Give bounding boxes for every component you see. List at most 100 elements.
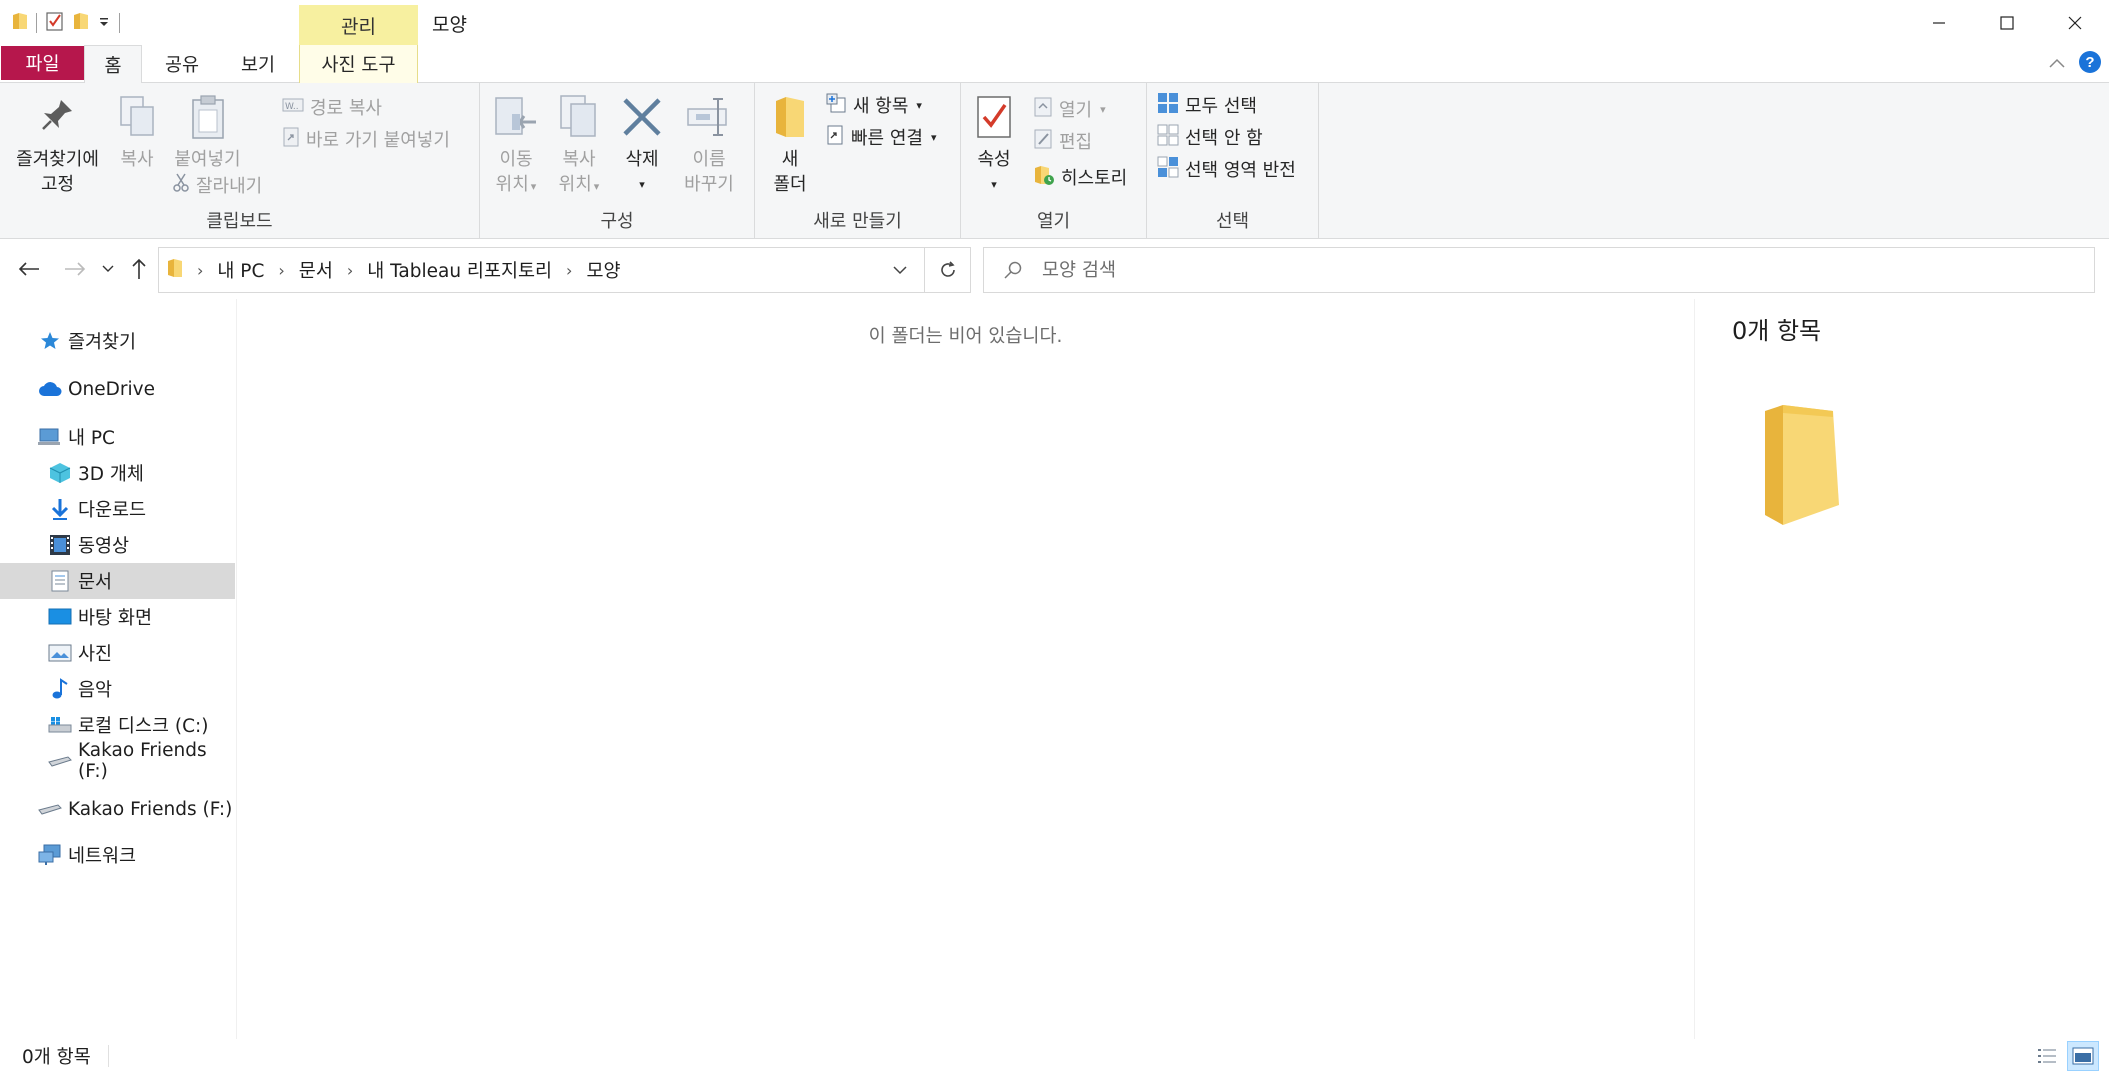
new-folder-icon[interactable] xyxy=(73,12,89,35)
close-button[interactable] xyxy=(2041,0,2109,45)
file-list-area[interactable]: 이 폴더는 비어 있습니다. xyxy=(238,299,1693,1039)
refresh-button[interactable] xyxy=(924,248,970,292)
organize-group-label: 구성 xyxy=(600,211,634,232)
new-item-button[interactable]: 새 항목 ▾ xyxy=(825,91,922,119)
address-bar[interactable]: › 내 PC › 문서 › 내 Tableau 리포지토리 › 모양 xyxy=(158,247,971,293)
nav-item-documents[interactable]: 문서 xyxy=(0,563,235,599)
nav-item-onedrive[interactable]: OneDrive xyxy=(0,371,235,407)
new-item-icon xyxy=(825,92,847,119)
edit-icon xyxy=(1033,128,1053,155)
nav-item-videos[interactable]: 동영상 xyxy=(0,527,235,563)
paste-shortcut-label: 바로 가기 붙여넣기 xyxy=(306,130,450,151)
select-all-label: 모두 선택 xyxy=(1185,96,1257,117)
up-button[interactable] xyxy=(124,253,154,285)
breadcrumb-item[interactable]: 내 Tableau 리포지토리 xyxy=(367,257,552,283)
cut-button[interactable]: 잘라내기 xyxy=(172,171,262,199)
new-folder-label-line1: 새 xyxy=(781,149,799,170)
large-icons-view-button[interactable] xyxy=(2067,1041,2099,1071)
invert-selection-button[interactable]: 선택 영역 반전 xyxy=(1157,155,1296,183)
nav-item-music[interactable]: 음악 xyxy=(0,671,235,707)
desktop-icon xyxy=(48,605,72,629)
pin-to-quick-access-button[interactable]: 즐겨찾기에 고정 xyxy=(10,91,105,197)
back-arrow-icon xyxy=(18,262,39,276)
rename-button[interactable]: 이름 바꾸기 xyxy=(676,91,742,197)
select-all-button[interactable]: 모두 선택 xyxy=(1157,91,1257,119)
forward-arrow-icon xyxy=(65,262,86,276)
copy-label: 복사 xyxy=(120,149,154,170)
tab-file[interactable]: 파일 xyxy=(1,46,84,80)
delete-button[interactable]: 삭제 ▾ xyxy=(616,91,668,197)
nav-item-label: Kakao Friends (F:) xyxy=(68,798,233,820)
search-input[interactable] xyxy=(1042,259,1942,281)
delete-x-icon xyxy=(621,91,663,143)
minimize-button[interactable] xyxy=(1905,0,1973,45)
paste-button[interactable]: 붙여넣기 xyxy=(170,91,245,172)
nav-item-label: OneDrive xyxy=(68,378,155,400)
collapse-ribbon-icon[interactable] xyxy=(2049,51,2065,73)
view-toggle xyxy=(2031,1041,2099,1071)
nav-item-desktop[interactable]: 바탕 화면 xyxy=(0,599,235,635)
breadcrumb-separator-icon[interactable]: › xyxy=(347,261,353,280)
help-icon[interactable]: ? xyxy=(2079,51,2101,73)
back-button[interactable] xyxy=(14,253,44,285)
properties-button[interactable]: 속성 ▾ xyxy=(969,91,1019,197)
select-none-button[interactable]: 선택 안 함 xyxy=(1157,123,1263,151)
nav-item-kakao-drive-sub[interactable]: Kakao Friends (F:) xyxy=(0,740,235,782)
nav-item-kakao-drive[interactable]: Kakao Friends (F:) xyxy=(0,791,235,827)
nav-item-downloads[interactable]: 다운로드 xyxy=(0,491,235,527)
invert-selection-label: 선택 영역 반전 xyxy=(1185,160,1296,181)
nav-item-3d-objects[interactable]: 3D 개체 xyxy=(0,455,235,491)
tab-share[interactable]: 공유 xyxy=(148,45,216,83)
move-to-label-line2: 위치 ▾ xyxy=(495,174,537,195)
nav-item-favorites[interactable]: 즐겨찾기 xyxy=(0,323,235,359)
tab-view[interactable]: 보기 xyxy=(222,45,294,83)
breadcrumb-separator-icon[interactable]: › xyxy=(278,261,284,280)
copy-to-button[interactable]: 복사 위치 ▾ xyxy=(550,91,608,199)
select-none-icon xyxy=(1157,124,1179,151)
nav-item-label: 바탕 화면 xyxy=(78,608,152,629)
breadcrumb-separator-icon[interactable]: › xyxy=(197,261,203,280)
details-view-button[interactable] xyxy=(2031,1041,2063,1071)
nav-item-this-pc[interactable]: 내 PC xyxy=(0,419,235,455)
paste-shortcut-button[interactable]: 바로 가기 붙여넣기 xyxy=(282,125,450,153)
empty-folder-message: 이 폴더는 비어 있습니다. xyxy=(868,326,1063,347)
breadcrumb-item[interactable]: 모양 xyxy=(586,257,620,283)
details-pane: 0개 항목 xyxy=(1694,299,2109,1039)
properties-dropdown-icon[interactable]: ▾ xyxy=(991,172,997,197)
breadcrumb-separator-icon[interactable]: › xyxy=(566,261,572,280)
new-folder-button[interactable]: 새 폴더 xyxy=(767,91,813,197)
recent-locations-button[interactable] xyxy=(98,253,118,285)
forward-button[interactable] xyxy=(60,253,90,285)
nav-item-network[interactable]: 네트워크 xyxy=(0,837,235,873)
history-label: 히스토리 xyxy=(1061,168,1128,189)
ribbon: 즐겨찾기에 고정 복사 붙여넣기 W.. 경로 복사 바로 가기 붙여넣기 잘라… xyxy=(0,83,2109,239)
delete-label: 삭제 xyxy=(625,149,659,170)
copy-to-label-line2: 위치 ▾ xyxy=(558,174,600,195)
delete-dropdown-icon[interactable]: ▾ xyxy=(639,172,645,197)
copy-button[interactable]: 복사 xyxy=(112,91,162,172)
move-to-button[interactable]: 이동 위치 ▾ xyxy=(490,91,542,199)
nav-item-label: 사진 xyxy=(78,644,113,665)
customize-qat-dropdown-icon[interactable] xyxy=(97,12,111,34)
cut-label: 잘라내기 xyxy=(196,176,263,197)
tab-photo-tools[interactable]: 사진 도구 xyxy=(299,45,418,83)
clipboard-group: 즐겨찾기에 고정 복사 붙여넣기 W.. 경로 복사 바로 가기 붙여넣기 잘라… xyxy=(0,83,480,239)
copy-path-button[interactable]: W.. 경로 복사 xyxy=(282,93,382,121)
status-separator xyxy=(108,1045,109,1067)
breadcrumb-item[interactable]: 내 PC xyxy=(217,257,264,283)
edit-button[interactable]: 편집 xyxy=(1033,127,1092,155)
nav-item-pictures[interactable]: 사진 xyxy=(0,635,235,671)
search-box[interactable] xyxy=(983,247,2095,293)
properties-check-icon[interactable] xyxy=(45,11,65,36)
breadcrumb: › 내 PC › 문서 › 내 Tableau 리포지토리 › 모양 xyxy=(167,248,621,292)
nav-item-local-disk[interactable]: 로컬 디스크 (C:) xyxy=(0,707,235,743)
open-button[interactable]: 열기 ▾ xyxy=(1033,95,1106,123)
address-history-dropdown[interactable] xyxy=(880,248,920,292)
tab-home[interactable]: 홈 xyxy=(84,45,142,84)
maximize-button[interactable] xyxy=(1973,0,2041,45)
open-group: 속성 ▾ 열기 ▾ 편집 히스토리 열기 xyxy=(961,83,1147,239)
history-button[interactable]: 히스토리 xyxy=(1033,163,1127,191)
easy-access-button[interactable]: 빠른 연결 ▾ xyxy=(825,123,937,151)
copy-path-icon: W.. xyxy=(282,97,304,118)
breadcrumb-item[interactable]: 문서 xyxy=(299,257,333,283)
